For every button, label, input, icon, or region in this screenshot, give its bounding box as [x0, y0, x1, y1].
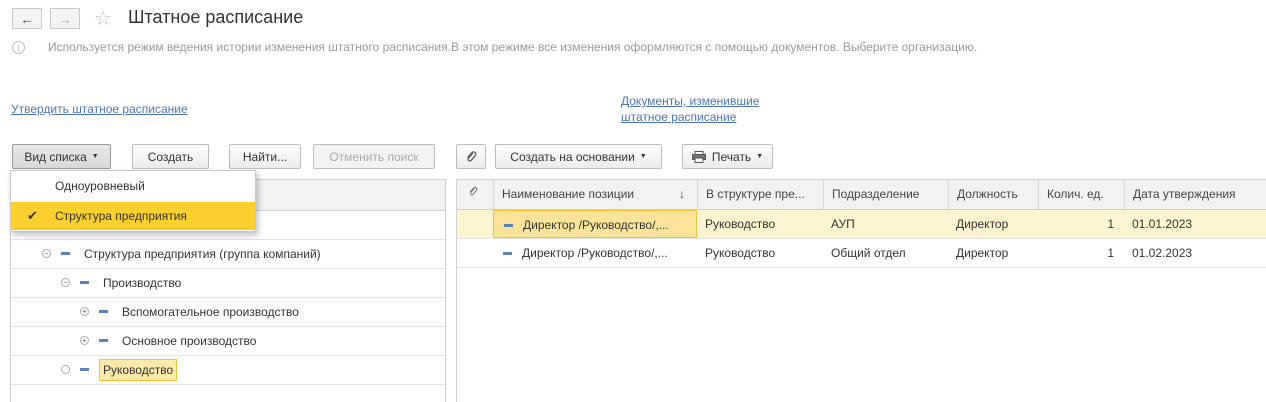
tree-item-label: Основное производство: [122, 334, 257, 348]
menu-item-enterprise-structure[interactable]: ✔ Структура предприятия: [11, 202, 255, 230]
cell-name[interactable]: Директор /Руководство/,...: [493, 239, 697, 267]
cancel-search-button[interactable]: Отменить поиск: [313, 144, 435, 169]
documents-changed-link[interactable]: Документы, изменившие штатное расписание: [621, 93, 759, 125]
tree-item-label: Вспомогательное производство: [122, 305, 299, 319]
department-icon: [99, 339, 108, 342]
cell-position[interactable]: Директор: [948, 210, 1038, 238]
tree-row[interactable]: + Вспомогательное производство: [11, 298, 445, 327]
caret-down-icon: ▼: [756, 153, 764, 160]
printer-icon: [691, 150, 706, 163]
tree-row[interactable]: − Структура предприятия (группа компаний…: [11, 240, 445, 269]
cell-count[interactable]: 1: [1038, 239, 1124, 267]
department-icon: [61, 252, 70, 255]
positions-table[interactable]: Наименование позиции ↓ В структуре пре..…: [456, 179, 1266, 402]
forward-button[interactable]: →: [50, 8, 80, 29]
approve-schedule-link[interactable]: Утвердить штатное расписание: [11, 101, 188, 117]
view-list-button[interactable]: Вид списка ▼: [12, 144, 111, 169]
column-header-name[interactable]: Наименование позиции ↓: [493, 180, 697, 209]
column-header-position[interactable]: Должность: [948, 180, 1038, 209]
view-list-label: Вид списка: [24, 149, 87, 164]
create-based-on-button[interactable]: Создать на основании ▼: [495, 144, 662, 169]
tree-row-selected[interactable]: Руководство: [11, 356, 445, 385]
favorite-star-icon[interactable]: ☆: [94, 6, 112, 31]
paperclip-icon: [469, 186, 478, 196]
find-button[interactable]: Найти...: [229, 144, 301, 169]
column-header-department[interactable]: Подразделение: [823, 180, 948, 209]
arrow-left-icon: ←: [20, 10, 34, 27]
tree-row[interactable]: + Основное производство: [11, 327, 445, 356]
table-header: Наименование позиции ↓ В структуре пре..…: [457, 180, 1266, 210]
print-button[interactable]: Печать ▼: [682, 144, 773, 169]
expand-icon[interactable]: +: [80, 336, 89, 345]
cell-department[interactable]: Общий отдел: [823, 239, 948, 267]
caret-down-icon: ▼: [91, 153, 99, 160]
department-icon: [99, 310, 108, 313]
position-icon: [504, 224, 513, 228]
department-icon: [80, 281, 89, 284]
print-label: Печать: [711, 149, 752, 164]
position-icon: [503, 252, 512, 256]
cell-department[interactable]: АУП: [823, 210, 948, 238]
column-header-count[interactable]: Колич. ед.: [1038, 180, 1124, 209]
cell-date[interactable]: 01.01.2023: [1124, 210, 1266, 238]
table-row[interactable]: Директор /Руководство/,... Руководство О…: [457, 239, 1266, 268]
column-header-date[interactable]: Дата утверждения: [1124, 180, 1266, 209]
paperclip-icon: [467, 150, 477, 162]
leaf-node-icon: [61, 365, 70, 374]
arrow-right-icon: →: [58, 10, 72, 27]
checkmark-icon: ✔: [27, 208, 38, 223]
tree-item-label: Руководство: [99, 359, 178, 381]
attachment-column-header[interactable]: [457, 180, 493, 209]
create-button[interactable]: Создать: [132, 144, 209, 169]
cell-position[interactable]: Директор: [948, 239, 1038, 267]
collapse-icon[interactable]: −: [61, 278, 70, 287]
view-list-menu: Одноуровневый ✔ Структура предприятия: [10, 170, 256, 232]
page-title: Штатное расписание: [128, 7, 304, 27]
menu-item-single-level[interactable]: Одноуровневый: [11, 172, 255, 200]
tree-row[interactable]: − Производство: [11, 269, 445, 298]
table-row[interactable]: Директор /Руководство/,... Руководство А…: [457, 210, 1266, 239]
cell-date[interactable]: 01.02.2023: [1124, 239, 1266, 267]
tree-item-label: Структура предприятия (группа компаний): [84, 247, 321, 261]
cell-structure[interactable]: Руководство: [697, 210, 823, 238]
attach-button[interactable]: [456, 144, 486, 169]
documents-link-line2: штатное расписание: [621, 110, 737, 124]
department-icon: [80, 368, 89, 371]
collapse-icon[interactable]: −: [42, 249, 51, 258]
caret-down-icon: ▼: [639, 153, 647, 160]
documents-link-line1: Документы, изменившие: [621, 94, 760, 108]
sort-arrow-icon: ↓: [679, 187, 685, 201]
back-button[interactable]: ←: [12, 8, 42, 29]
info-message: Используется режим ведения истории измен…: [48, 40, 978, 54]
info-icon: i: [12, 41, 25, 54]
tree-item-label: Производство: [103, 276, 182, 290]
column-header-structure[interactable]: В структуре пре...: [697, 180, 823, 209]
cell-count[interactable]: 1: [1038, 210, 1124, 238]
cell-name[interactable]: Директор /Руководство/,...: [493, 210, 697, 238]
expand-icon[interactable]: +: [80, 307, 89, 316]
cell-structure[interactable]: Руководство: [697, 239, 823, 267]
create-based-on-label: Создать на основании: [510, 149, 635, 164]
menu-item-label: Структура предприятия: [55, 209, 187, 223]
